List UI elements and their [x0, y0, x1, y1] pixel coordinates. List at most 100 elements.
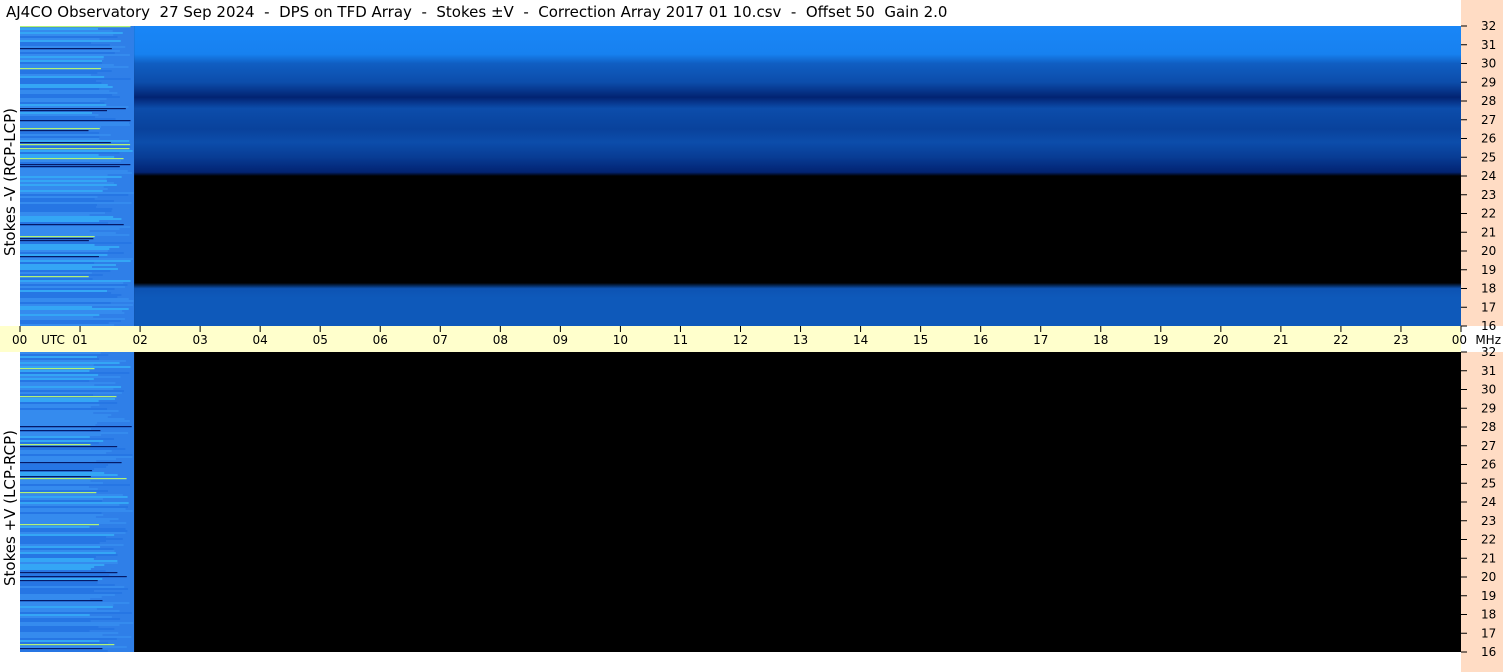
lower-noise-line	[20, 494, 123, 496]
lower-noise-line	[20, 578, 103, 580]
upper-noise-line	[20, 170, 128, 172]
lower-noise-line	[20, 450, 112, 452]
upper-noise-line	[20, 196, 98, 198]
frequency-tick-label: 19	[1481, 263, 1496, 277]
lower-noise-line	[20, 604, 114, 606]
lower-noise-line	[20, 480, 91, 482]
upper-noise-line	[20, 292, 112, 294]
lower-noise-line	[20, 390, 124, 392]
upper-noise-line	[20, 182, 114, 184]
frequency-tick-label: 25	[1481, 476, 1496, 490]
upper-noise-line	[20, 272, 92, 274]
upper-noise-line	[20, 288, 115, 290]
frequency-tick-label: 26	[1481, 132, 1496, 146]
time-tick-label: 11	[673, 333, 688, 347]
upper-noise-line	[20, 274, 103, 276]
lower-noise-line	[20, 608, 97, 610]
lower-noise-line	[20, 572, 118, 574]
lower-noise-line	[20, 386, 122, 388]
time-tick-label: 21	[1273, 333, 1288, 347]
time-tick-label: 08	[493, 333, 508, 347]
lower-noise-line	[20, 476, 91, 478]
upper-noise-line	[20, 220, 100, 222]
lower-noise-line	[20, 612, 132, 614]
upper-noise-line	[20, 176, 122, 178]
frequency-tick-label: 16	[1481, 645, 1496, 659]
upper-noise-line	[20, 84, 108, 86]
lower-noise-line	[20, 560, 118, 562]
upper-noise-line	[20, 82, 102, 84]
frequency-tick-label: 24	[1481, 495, 1496, 509]
upper-noise-line	[20, 134, 111, 136]
upper-noise-line	[20, 244, 95, 246]
lower-noise-line	[20, 598, 91, 600]
lower-noise-line	[20, 630, 90, 632]
time-tick-label: 20	[1213, 333, 1228, 347]
lower-noise-line	[20, 640, 100, 642]
upper-noise-line	[20, 224, 124, 226]
upper-noise-line	[20, 30, 113, 32]
lower-noise-line	[20, 528, 126, 530]
lower-noise-line	[20, 596, 102, 598]
upper-noise-line	[20, 44, 110, 46]
upper-noise-line	[20, 152, 120, 154]
upper-panel-ylabel: Stokes -V (RCP-LCP)	[0, 108, 19, 256]
upper-noise-line	[20, 228, 120, 230]
upper-noise-line	[20, 206, 97, 208]
upper-noise-line	[20, 50, 120, 52]
upper-noise-line	[20, 118, 116, 120]
lower-noise-line	[20, 516, 96, 518]
upper-noise-line	[20, 242, 132, 244]
time-tick-label: 00	[1452, 333, 1467, 347]
time-tick-label: 02	[132, 333, 147, 347]
frequency-tick-label: 32	[1481, 19, 1496, 33]
upper-noise-line	[20, 148, 130, 150]
lower-noise-line	[20, 574, 110, 576]
upper-noise-line	[20, 304, 133, 306]
upper-noise-line	[20, 34, 114, 36]
lower-noise-line	[20, 580, 98, 582]
upper-noise-line	[20, 320, 121, 322]
upper-noise-line	[20, 308, 129, 310]
upper-noise-line	[20, 32, 123, 34]
frequency-tick-label: 20	[1481, 570, 1496, 584]
upper-noise-line	[20, 124, 130, 126]
upper-noise-line	[20, 190, 103, 192]
upper-noise-line	[20, 74, 91, 76]
lower-noise-line	[20, 650, 108, 652]
lower-noise-line	[20, 400, 99, 402]
upper-noise-line	[20, 38, 100, 40]
lower-noise-line	[20, 398, 115, 400]
lower-noise-line	[20, 438, 114, 440]
lower-noise-line	[20, 358, 100, 360]
lower-noise-line	[20, 588, 129, 590]
upper-noise-line	[20, 52, 115, 54]
upper-noise-line	[20, 270, 111, 272]
upper-noise-line	[20, 216, 114, 218]
upper-noise-line	[20, 262, 95, 264]
upper-noise-line	[20, 296, 118, 298]
upper-noise-line	[20, 54, 130, 56]
lower-noise-line	[20, 418, 125, 420]
upper-noise-line	[20, 200, 114, 202]
upper-noise-line	[20, 140, 130, 142]
lower-noise-line	[20, 436, 90, 438]
frequency-tick-label: 28	[1481, 94, 1496, 108]
lower-noise-line	[20, 376, 121, 378]
upper-noise-line	[20, 94, 113, 96]
lower-noise-line	[20, 424, 96, 426]
upper-noise-line	[20, 184, 117, 186]
frequency-tick-label: 22	[1481, 207, 1496, 221]
lower-noise-line	[20, 622, 134, 624]
upper-noise-line	[20, 100, 100, 102]
upper-noise-line	[20, 276, 89, 278]
time-tick-label: 17	[1033, 333, 1048, 347]
lower-noise-line	[20, 538, 123, 540]
lower-noise-line	[20, 570, 106, 572]
lower-noise-line	[20, 442, 99, 444]
upper-noise-line	[20, 80, 97, 82]
lower-noise-line	[20, 456, 133, 458]
lower-noise-line	[20, 368, 95, 370]
upper-noise-line	[20, 286, 125, 288]
time-tick-label: 15	[913, 333, 928, 347]
